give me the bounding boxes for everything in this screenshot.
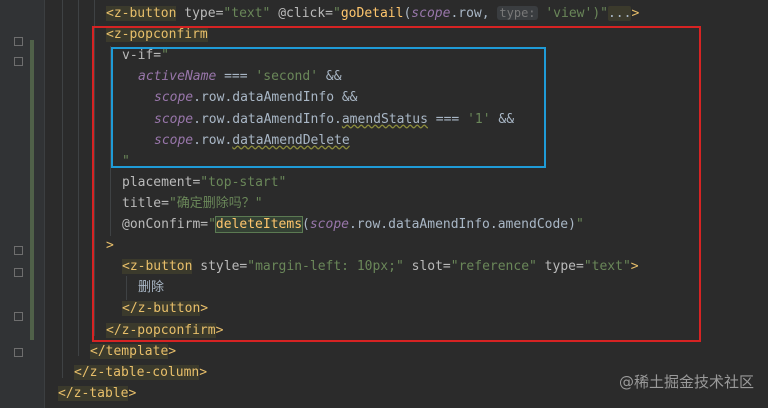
code-token: > [128,385,137,401]
code-token: </z-table-column [74,364,200,380]
code-line[interactable]: </z-table-column> [74,362,207,383]
fold-toggle-icon[interactable] [14,246,23,255]
code-token: </z-table [58,385,129,401]
code-token: goDetail [340,6,404,21]
code-token: " [333,6,341,21]
code-token: )" [592,6,608,21]
fold-toggle-icon[interactable] [14,57,23,66]
code-token: > [168,343,177,359]
highlight-box-v-if [111,47,546,168]
indent-guide [78,0,79,356]
code-token: > [199,364,208,380]
fold-toggle-icon[interactable] [14,268,23,277]
code-line[interactable]: <z-button type="text" @click="goDetail(s… [106,3,639,24]
code-token: scope [411,6,451,21]
code-token: type= [176,6,224,21]
fold-toggle-icon[interactable] [14,37,23,46]
code-token: </template [90,343,169,359]
code-line[interactable]: </template> [90,341,176,362]
watermark: @稀土掘金技术社区 [618,373,754,391]
code-token: "text" [223,6,271,21]
code-token: > [631,6,640,21]
code-token: type: [497,6,538,20]
code-token: @click= [270,6,334,21]
editor-gutter [0,0,44,408]
code-token: 'view' [537,6,593,21]
fold-toggle-icon[interactable] [14,312,23,321]
fold-toggle-icon[interactable] [14,348,23,357]
gutter-divider [44,0,45,408]
code-token: <z-button [106,6,177,21]
code-token: ... [607,6,632,21]
code-line[interactable]: </z-table> [58,383,136,404]
indent-guide [62,0,63,378]
code-token: .row, [450,6,498,21]
vcs-change-marker [30,40,34,340]
